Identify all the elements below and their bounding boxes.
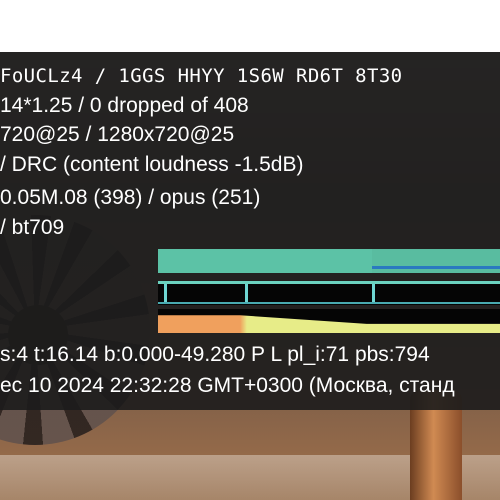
buffer-bottom-line (158, 302, 500, 304)
bandwidth-blue-line (372, 266, 500, 269)
stats-graphs (158, 249, 500, 333)
codec-stat-line: FoUCLz4 / 1GGS HHYY 1S6W RD6T 8T30 (0, 65, 403, 87)
buffer-marker (245, 284, 248, 302)
buffer-marker (372, 284, 375, 302)
format-stat-line: 0.05M.08 (398) / opus (251) (0, 186, 261, 209)
date-stat-line: ec 10 2024 22:32:28 GMT+0300 (Москва, ст… (0, 374, 455, 397)
drc-stat-line: / DRC (content loudness -1.5dB) (0, 153, 304, 176)
bandwidth-segment-1 (158, 249, 372, 273)
video-top-white-area (0, 0, 500, 52)
quality-top-gap (158, 309, 500, 315)
dropped-frames-stat-line: 14*1.25 / 0 dropped of 408 (0, 94, 249, 117)
stats-for-nerds-panel: FoUCLz4 / 1GGS HHYY 1S6W RD6T 8T30 14*1.… (0, 52, 500, 410)
buffer-line (158, 281, 500, 284)
buffer-marker (164, 284, 167, 302)
resolution-stat-line: 720@25 / 1280x720@25 (0, 123, 235, 146)
playback-status-line: s:4 t:16.14 b:0.000-49.280 P L pl_i:71 p… (0, 343, 430, 366)
bandwidth-graph (158, 249, 500, 273)
color-stat-line: / bt709 (0, 216, 65, 239)
bandwidth-segment-2 (372, 249, 500, 273)
buffer-health-graph (158, 281, 500, 305)
quality-graph (158, 309, 500, 333)
